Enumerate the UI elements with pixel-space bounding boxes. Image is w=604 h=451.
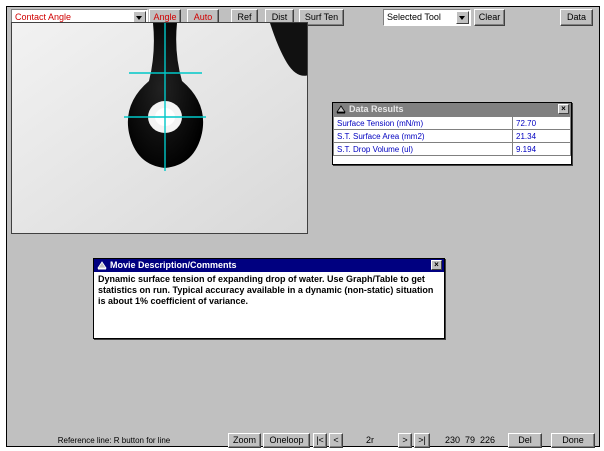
- del-button[interactable]: Del: [508, 433, 542, 448]
- frame-counter: 2r: [365, 435, 374, 445]
- movie-description-title: Movie Description/Comments: [110, 260, 237, 270]
- close-icon[interactable]: ×: [558, 104, 569, 114]
- result-value: 21.34: [512, 129, 571, 143]
- result-label: S.T. Drop Volume (ul): [333, 142, 513, 156]
- chevron-down-icon[interactable]: [456, 11, 469, 24]
- last-frame-button[interactable]: >|: [414, 433, 430, 448]
- result-label: S.T. Surface Area (mm2): [333, 129, 513, 143]
- result-value: 9.194: [512, 142, 571, 156]
- data-results-window: Data Results × Surface Tension (mN/m) 72…: [332, 102, 572, 165]
- app-icon: [336, 105, 346, 114]
- prev-frame-button[interactable]: <: [329, 433, 343, 448]
- movie-description-text[interactable]: Dynamic surface tension of expanding dro…: [94, 272, 444, 309]
- drop-image-view[interactable]: [11, 22, 308, 234]
- data-button[interactable]: Data: [560, 9, 593, 26]
- tool-select[interactable]: Selected Tool: [383, 9, 471, 26]
- result-label: Surface Tension (mN/m): [333, 116, 513, 130]
- pixel-readout: 230 79 226: [444, 435, 496, 445]
- next-frame-button[interactable]: >: [398, 433, 412, 448]
- pendant-drop-image: [12, 23, 307, 233]
- close-icon[interactable]: ×: [431, 260, 442, 270]
- app-icon: [97, 261, 107, 270]
- clear-button[interactable]: Clear: [474, 9, 505, 26]
- data-results-table: Surface Tension (mN/m) 72.70 S.T. Surfac…: [333, 116, 571, 156]
- zoom-button[interactable]: Zoom: [228, 433, 261, 448]
- movie-description-window: Movie Description/Comments × Dynamic sur…: [93, 258, 445, 339]
- data-results-title: Data Results: [349, 104, 404, 114]
- result-value: 72.70: [512, 116, 571, 130]
- status-hint: Reference line: R button for line: [57, 436, 171, 445]
- tool-select-value: Selected Tool: [387, 12, 441, 22]
- table-row: Surface Tension (mN/m) 72.70: [333, 116, 571, 130]
- first-frame-button[interactable]: |<: [313, 433, 327, 448]
- oneloop-button[interactable]: Oneloop: [263, 433, 310, 448]
- measure-type-value: Contact Angle: [15, 12, 72, 22]
- data-results-titlebar[interactable]: Data Results ×: [333, 103, 571, 116]
- table-row: S.T. Surface Area (mm2) 21.34: [333, 129, 571, 143]
- table-row: S.T. Drop Volume (ul) 9.194: [333, 142, 571, 156]
- movie-description-titlebar[interactable]: Movie Description/Comments ×: [94, 259, 444, 272]
- done-button[interactable]: Done: [551, 433, 595, 448]
